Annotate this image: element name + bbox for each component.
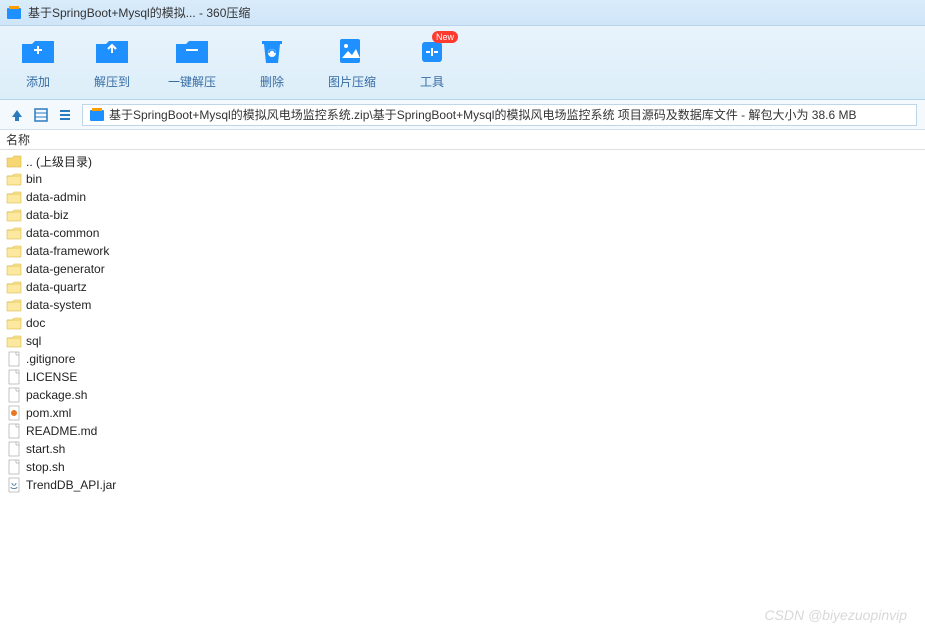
file-row[interactable]: stop.sh bbox=[6, 458, 919, 476]
file-list: .. (上级目录) bin data-admin data-biz data-commo… bbox=[0, 150, 925, 496]
file-name: data-generator bbox=[26, 262, 105, 276]
column-header[interactable]: 名称 bbox=[0, 130, 925, 150]
folder-row[interactable]: sql bbox=[6, 332, 919, 350]
file-name: sql bbox=[26, 334, 41, 348]
pathbar: 基于SpringBoot+Mysql的模拟风电场监控系统.zip\基于Sprin… bbox=[0, 100, 925, 130]
folder-icon bbox=[6, 207, 22, 223]
file-icon bbox=[6, 369, 22, 385]
up-icon bbox=[6, 153, 22, 169]
toolbar-label: 一键解压 bbox=[168, 73, 216, 90]
folder-icon bbox=[6, 333, 22, 349]
file-row[interactable]: .gitignore bbox=[6, 350, 919, 368]
path-text: 基于SpringBoot+Mysql的模拟风电场监控系统.zip\基于Sprin… bbox=[109, 106, 856, 123]
nav-up-icon[interactable] bbox=[8, 106, 26, 124]
toolbar-label: 添加 bbox=[26, 73, 50, 90]
file-icon bbox=[6, 459, 22, 475]
file-row[interactable]: LICENSE bbox=[6, 368, 919, 386]
folder-icon bbox=[6, 189, 22, 205]
file-icon bbox=[6, 387, 22, 403]
folder-row[interactable]: data-biz bbox=[6, 206, 919, 224]
file-icon bbox=[6, 351, 22, 367]
toolbar-add[interactable]: 添加 bbox=[20, 35, 56, 90]
toolbar-label: 工具 bbox=[420, 73, 444, 90]
folder-row[interactable]: data-framework bbox=[6, 242, 919, 260]
file-row[interactable]: pom.xml bbox=[6, 404, 919, 422]
toolbar-oneclick[interactable]: 一键解压 bbox=[168, 35, 216, 90]
file-name: README.md bbox=[26, 424, 97, 438]
add-icon bbox=[20, 35, 56, 67]
file-row[interactable]: README.md bbox=[6, 422, 919, 440]
folder-row[interactable]: data-quartz bbox=[6, 278, 919, 296]
xml-icon bbox=[6, 405, 22, 421]
image-icon bbox=[334, 35, 370, 67]
folder-icon bbox=[6, 279, 22, 295]
file-name: data-quartz bbox=[26, 280, 87, 294]
file-name: doc bbox=[26, 316, 45, 330]
folder-icon bbox=[6, 297, 22, 313]
oneclick-icon bbox=[174, 35, 210, 67]
file-name: data-common bbox=[26, 226, 99, 240]
path-nav bbox=[8, 106, 74, 124]
file-row[interactable]: TrendDB_API.jar bbox=[6, 476, 919, 494]
folder-row[interactable]: data-common bbox=[6, 224, 919, 242]
folder-row[interactable]: data-generator bbox=[6, 260, 919, 278]
toolbar-delete[interactable]: 删除 bbox=[254, 35, 290, 90]
titlebar: 基于SpringBoot+Mysql的模拟... - 360压缩 bbox=[0, 0, 925, 26]
file-name: package.sh bbox=[26, 388, 87, 402]
file-name: TrendDB_API.jar bbox=[26, 478, 116, 492]
toolbar-extract[interactable]: 解压到 bbox=[94, 35, 130, 90]
path-input[interactable]: 基于SpringBoot+Mysql的模拟风电场监控系统.zip\基于Sprin… bbox=[82, 104, 917, 126]
file-row[interactable]: package.sh bbox=[6, 386, 919, 404]
folder-row[interactable]: data-system bbox=[6, 296, 919, 314]
view-detail-icon[interactable] bbox=[32, 106, 50, 124]
extract-icon bbox=[94, 35, 130, 67]
folder-row[interactable]: bin bbox=[6, 170, 919, 188]
file-name: start.sh bbox=[26, 442, 65, 456]
main-toolbar: 添加解压到一键解压删除图片压缩工具New bbox=[0, 26, 925, 100]
file-name: .gitignore bbox=[26, 352, 75, 366]
folder-icon bbox=[6, 171, 22, 187]
folder-row[interactable]: doc bbox=[6, 314, 919, 332]
folder-icon bbox=[6, 243, 22, 259]
toolbar-label: 图片压缩 bbox=[328, 73, 376, 90]
file-name: .. (上级目录) bbox=[26, 153, 92, 170]
view-list-icon[interactable] bbox=[56, 106, 74, 124]
file-name: stop.sh bbox=[26, 460, 65, 474]
parent-dir-row[interactable]: .. (上级目录) bbox=[6, 152, 919, 170]
app-icon bbox=[6, 5, 22, 21]
archive-icon bbox=[89, 107, 105, 123]
file-name: bin bbox=[26, 172, 42, 186]
window-title: 基于SpringBoot+Mysql的模拟... - 360压缩 bbox=[28, 4, 250, 21]
watermark: CSDN @biyezuopinvip bbox=[764, 607, 907, 623]
toolbar-image[interactable]: 图片压缩 bbox=[328, 35, 376, 90]
toolbar-tools[interactable]: 工具New bbox=[414, 35, 450, 90]
folder-icon bbox=[6, 261, 22, 277]
column-name: 名称 bbox=[6, 131, 30, 148]
folder-icon bbox=[6, 315, 22, 331]
toolbar-label: 删除 bbox=[260, 73, 284, 90]
jar-icon bbox=[6, 477, 22, 493]
new-badge: New bbox=[432, 31, 458, 43]
file-name: LICENSE bbox=[26, 370, 77, 384]
file-row[interactable]: start.sh bbox=[6, 440, 919, 458]
file-name: pom.xml bbox=[26, 406, 71, 420]
file-name: data-admin bbox=[26, 190, 86, 204]
file-icon bbox=[6, 423, 22, 439]
file-name: data-biz bbox=[26, 208, 69, 222]
folder-row[interactable]: data-admin bbox=[6, 188, 919, 206]
folder-icon bbox=[6, 225, 22, 241]
toolbar-label: 解压到 bbox=[94, 73, 130, 90]
file-icon bbox=[6, 441, 22, 457]
file-name: data-framework bbox=[26, 244, 109, 258]
delete-icon bbox=[254, 35, 290, 67]
file-name: data-system bbox=[26, 298, 91, 312]
